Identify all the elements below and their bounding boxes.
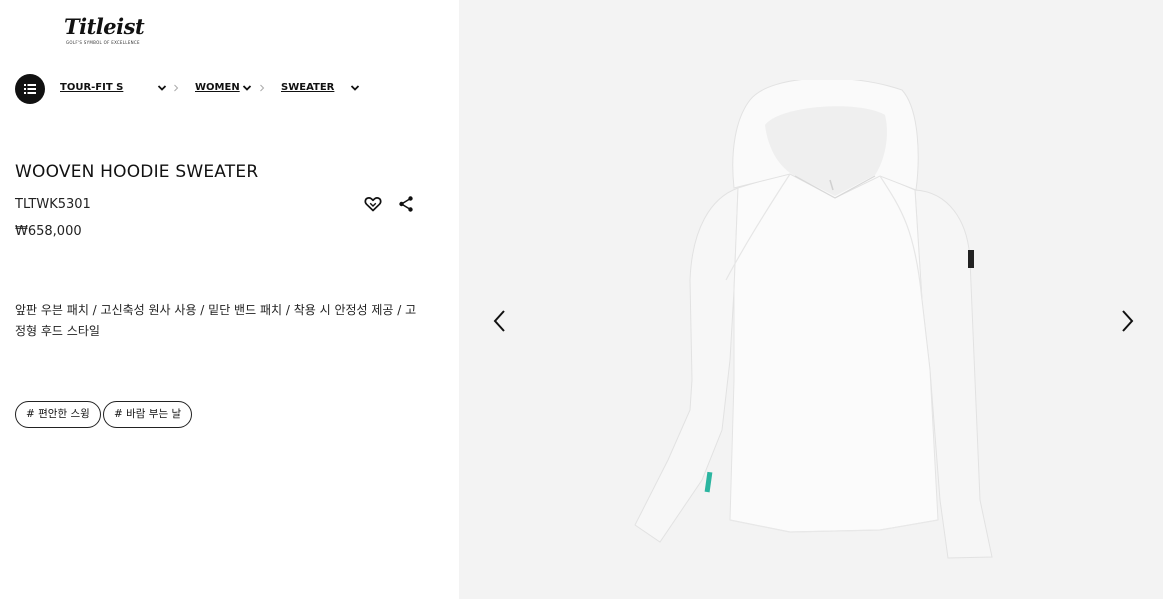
product-info-panel: Titleist GOLF'S SYMBOL OF EXCELLENCE TOU…: [0, 0, 459, 599]
hashtag-chip[interactable]: # 편안한 스윙: [15, 401, 101, 428]
chevron-down-icon[interactable]: [157, 82, 167, 94]
chevron-right-icon[interactable]: [1118, 308, 1136, 334]
product-image-hoodie: [634, 80, 993, 559]
heart-icon[interactable]: [363, 194, 383, 214]
brand-logo[interactable]: Titleist GOLF'S SYMBOL OF EXCELLENCE: [64, 14, 148, 48]
breadcrumb-separator-icon: [260, 84, 265, 92]
chevron-down-icon[interactable]: [242, 82, 252, 94]
share-icon[interactable]: [397, 194, 415, 214]
chevron-down-icon[interactable]: [350, 82, 360, 94]
product-title: WOOVEN HOODIE SWEATER: [15, 162, 259, 182]
breadcrumb-tour-fit-s[interactable]: TOUR-FIT S: [60, 82, 123, 93]
chevron-left-icon[interactable]: [491, 308, 509, 334]
product-price: ₩658,000: [15, 224, 82, 239]
breadcrumb-sweater[interactable]: SWEATER: [281, 82, 334, 93]
hashtag-chip[interactable]: # 바람 부는 날: [103, 401, 193, 428]
product-code: TLTWK5301: [15, 197, 91, 212]
logo-wordmark: Titleist: [64, 14, 145, 39]
breadcrumb-women[interactable]: WOMEN: [195, 82, 240, 93]
category-menu-button[interactable]: [15, 74, 45, 104]
breadcrumb-separator-icon: [174, 84, 179, 92]
product-description: 앞판 우븐 패치 / 고신축성 원사 사용 / 밑단 밴드 패치 / 착용 시 …: [15, 303, 417, 338]
list-icon: [24, 84, 36, 94]
logo-tagline: GOLF'S SYMBOL OF EXCELLENCE: [66, 40, 140, 45]
